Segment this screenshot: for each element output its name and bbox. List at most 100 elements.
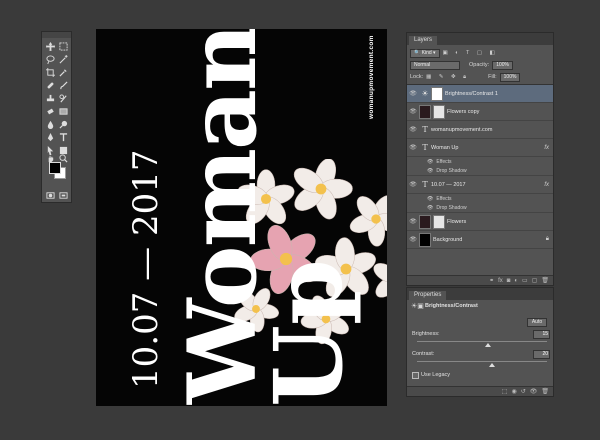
drop-shadow-row[interactable]: 👁︎ Drop Shadow (407, 166, 553, 176)
visibility-icon[interactable]: 👁︎ (530, 388, 538, 395)
layer-name: Woman Up (431, 144, 459, 151)
eye-icon[interactable]: 👁︎ (407, 181, 419, 188)
layers-panel: Layers 🔍 Kind ▾ ▣ ◐ T ▢ ◧ Normal Opacity… (406, 32, 554, 286)
trash-icon[interactable]: 🗑︎ (541, 277, 549, 284)
eye-icon[interactable]: 👁︎ (407, 144, 419, 151)
effect-label: Drop Shadow (436, 204, 467, 211)
layer-row-brightness-contrast[interactable]: 👁︎ ☀ Brightness/Contrast 1 (407, 85, 553, 103)
fx-icon[interactable]: fx (544, 182, 549, 188)
type-tool-icon[interactable] (58, 132, 69, 143)
layers-tab[interactable]: Layers (409, 36, 438, 45)
document-canvas[interactable]: womanupmovement.com 10.07 — 2017 Woman U… (96, 29, 387, 406)
contrast-input[interactable]: 20 (533, 350, 550, 359)
use-legacy-checkbox[interactable] (412, 372, 419, 379)
eye-icon[interactable]: 👁︎ (407, 90, 419, 97)
tools-panel-grip[interactable] (42, 32, 71, 38)
layer-row-date[interactable]: 👁︎ T 10.07 — 2017 fx (407, 176, 553, 194)
clip-to-layer-icon[interactable]: ⬚ (502, 388, 508, 395)
brightness-input[interactable]: 15 (533, 330, 550, 339)
drop-shadow-row[interactable]: 👁︎ Drop Shadow (407, 203, 553, 213)
blend-mode-select[interactable]: Normal (410, 60, 460, 70)
layer-mask-thumb[interactable] (433, 104, 445, 119)
eye-icon[interactable]: 👁︎ (427, 168, 433, 174)
eye-icon[interactable]: 👁︎ (427, 205, 433, 211)
layer-row-flowers-copy[interactable]: 👁︎ Flowers copy (407, 103, 553, 121)
eye-icon[interactable]: 👁︎ (427, 159, 433, 165)
layer-thumb (419, 232, 431, 247)
fx-icon[interactable]: fx (544, 145, 549, 151)
effects-label: Effects (436, 195, 452, 202)
eye-icon[interactable]: 👁︎ (407, 126, 419, 133)
properties-title: Brightness/Contrast (425, 303, 478, 309)
link-layers-icon[interactable]: ⚭ (489, 277, 494, 284)
trash-icon[interactable]: 🗑︎ (541, 388, 549, 395)
foreground-color-swatch[interactable] (49, 162, 61, 174)
layer-row-website[interactable]: 👁︎ T womanupmovement.com (407, 121, 553, 139)
eye-icon[interactable]: 👁︎ (427, 196, 433, 202)
layer-row-flowers[interactable]: 👁︎ Flowers (407, 213, 553, 231)
fx-menu-icon[interactable]: fx (498, 278, 503, 284)
history-brush-icon[interactable] (58, 93, 69, 104)
layer-row-background[interactable]: 👁︎ Background 🔒︎ (407, 231, 553, 249)
adjustment-icon: ☀ (421, 89, 429, 98)
effects-row[interactable]: 👁︎ Effects (407, 157, 553, 166)
contrast-slider-knob[interactable] (489, 363, 495, 367)
layer-name: Flowers copy (447, 108, 480, 115)
new-layer-icon[interactable]: ▢ (532, 277, 538, 284)
screen-mode-icon[interactable] (58, 190, 69, 201)
poster-website-text: womanupmovement.com (368, 35, 375, 119)
new-group-icon[interactable]: ▭ (522, 277, 528, 284)
move-tool-icon[interactable] (45, 41, 56, 52)
layers-panel-footer: ⚭ fx ◙ ◐ ▭ ▢ 🗑︎ (407, 275, 553, 285)
kind-filter-select[interactable]: 🔍 Kind ▾ (410, 48, 440, 58)
opacity-label: Opacity: (469, 62, 490, 68)
eyedropper-icon[interactable] (58, 67, 69, 78)
contrast-slider[interactable] (417, 361, 547, 367)
contrast-label: Contrast: (412, 351, 435, 357)
magic-wand-icon[interactable] (58, 54, 69, 65)
fill-input[interactable]: 100% (499, 72, 521, 82)
eye-icon[interactable]: 👁︎ (407, 218, 419, 225)
effect-label: Drop Shadow (436, 167, 467, 174)
layer-thumb (419, 214, 431, 229)
eraser-icon[interactable] (45, 106, 56, 117)
layer-thumb (419, 104, 431, 119)
quick-mask-icon[interactable] (45, 190, 56, 201)
brush-tool-icon[interactable] (58, 80, 69, 91)
text-layer-icon: T (422, 143, 428, 152)
layer-name: womanupmovement.com (431, 126, 493, 133)
text-layer-icon: T (422, 125, 428, 134)
lasso-tool-icon[interactable] (45, 54, 56, 65)
brightness-slider-knob[interactable] (485, 343, 491, 347)
reset-icon[interactable]: ↺ (521, 388, 526, 395)
layer-mask-thumb[interactable] (433, 214, 445, 229)
eye-icon[interactable]: 👁︎ (407, 108, 419, 115)
fill-label: Fill: (488, 74, 497, 80)
healing-brush-icon[interactable] (45, 80, 56, 91)
clone-stamp-icon[interactable] (45, 93, 56, 104)
marquee-tool-icon[interactable] (58, 41, 69, 52)
dodge-tool-icon[interactable] (58, 119, 69, 130)
effects-row[interactable]: 👁︎ Effects (407, 194, 553, 203)
filter-icons[interactable]: ▣ ◐ T ▢ ◧ (443, 50, 498, 56)
new-adjustment-icon[interactable]: ◐ (514, 278, 518, 284)
auto-button[interactable]: Auto (527, 318, 547, 327)
gradient-tool-icon[interactable] (58, 106, 69, 117)
lock-icon[interactable]: 🔒︎ (546, 236, 549, 243)
lock-icons[interactable]: ▦ ✎ ✥ 🔒︎ (426, 74, 469, 81)
layer-row-woman-up[interactable]: 👁︎ T Woman Up fx (407, 139, 553, 157)
add-mask-icon[interactable]: ◙ (507, 278, 511, 284)
properties-panel: Properties ☀▣ Brightness/Contrast Auto B… (406, 287, 554, 397)
crop-tool-icon[interactable] (45, 67, 56, 78)
kind-filter-label: Kind (421, 49, 432, 56)
opacity-input[interactable]: 100% (492, 60, 513, 70)
tools-panel (41, 31, 72, 203)
blur-tool-icon[interactable] (45, 119, 56, 130)
brightness-slider[interactable] (417, 341, 547, 347)
properties-tab[interactable]: Properties (409, 291, 447, 300)
pen-tool-icon[interactable] (45, 132, 56, 143)
view-previous-icon[interactable]: ◉ (511, 388, 516, 395)
eye-icon[interactable]: 👁︎ (407, 236, 419, 243)
layer-mask-thumb[interactable] (431, 86, 443, 101)
layer-name: Background (433, 236, 463, 243)
